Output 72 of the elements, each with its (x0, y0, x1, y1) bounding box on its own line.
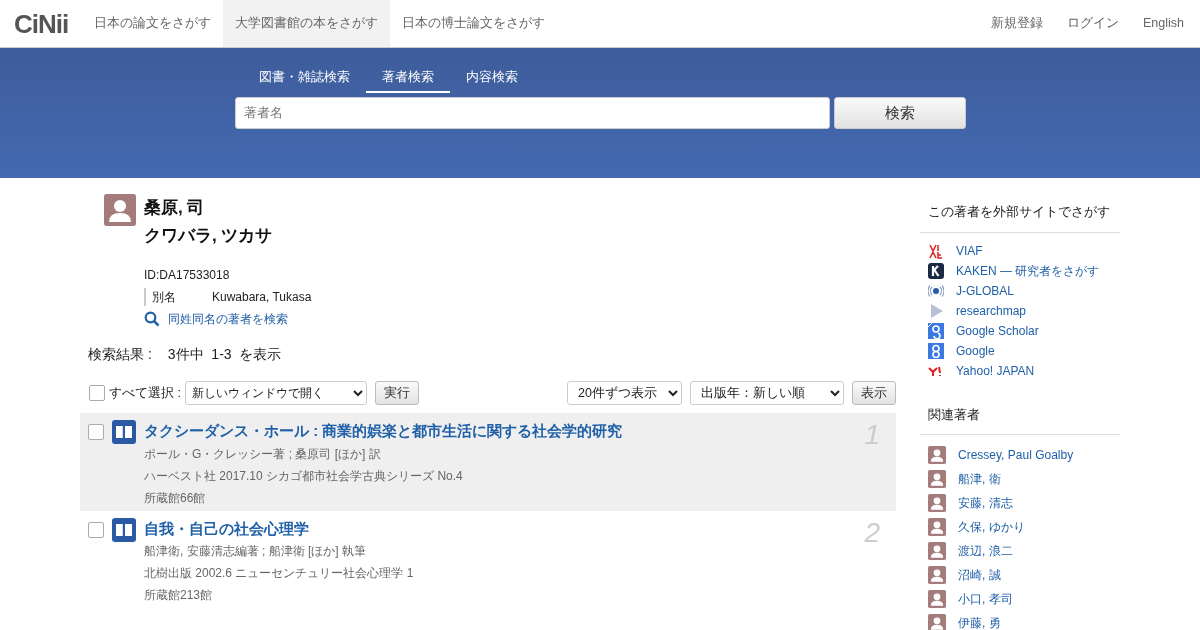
avatar-icon (928, 446, 946, 464)
related-author-link[interactable]: 久保, ゆかり (958, 515, 1025, 539)
g-logo-icon (928, 322, 944, 339)
related-author-link[interactable]: 小口, 孝司 (958, 587, 1013, 611)
play-icon (928, 302, 944, 319)
result-holdings: 所蔵館213館 (144, 587, 214, 604)
header-link[interactable]: ログイン (1067, 14, 1119, 33)
show-button[interactable]: 表示 (852, 381, 896, 405)
result-publication: ハーベスト社 2017.10 シカゴ都市社会学古典シリーズ No.4 (144, 467, 464, 485)
same-name-search-link[interactable]: 同姓同名の著者を検索 (168, 310, 288, 328)
select-all-label: すべて選択 : (109, 384, 181, 402)
related-author-link[interactable]: 沼崎, 誠 (958, 563, 1001, 587)
avatar-icon (928, 590, 946, 608)
site-logo[interactable]: CiNii (0, 0, 83, 48)
section-title: 関連著者 (920, 404, 1120, 435)
result-authors: 船津衛, 安藤清志編著 ; 船津衛 [ほか] 執筆 (144, 543, 367, 560)
results-label: 検索結果 : (88, 345, 152, 364)
related-author-link[interactable]: 渡辺, 浪二 (958, 539, 1013, 563)
open-action-dropdown[interactable]: 新しいウィンドウで開く (184, 381, 367, 405)
external-site-link[interactable]: VIAF (956, 240, 983, 261)
search-field[interactable]: 著者名 (234, 96, 830, 129)
author-name: 桑原, 司 (144, 197, 206, 219)
search-tab[interactable]: 内容検索 (449, 64, 534, 93)
run-button[interactable]: 実行 (374, 381, 419, 405)
nav-tab[interactable]: 日本の論文をさがす (82, 0, 224, 47)
result-publication: 北樹出版 2002.6 ニューセンチュリー社会心理学 1 (144, 565, 415, 582)
related-author-link[interactable]: 伊藤, 勇 (958, 611, 1001, 630)
result-holdings: 所蔵館66館 (144, 489, 207, 507)
book-icon (112, 517, 136, 542)
per-page-dropdown[interactable]: 20件ずつ表示 (567, 381, 682, 405)
external-site-link[interactable]: Google Scholar (956, 320, 1039, 341)
result-title-link[interactable]: タクシーダンス・ホール : 商業的娯楽と都市生活に関する社会学的研究 (144, 422, 623, 439)
nav-tab[interactable]: 日本の博士論文をさがす (390, 0, 558, 47)
result-checkbox[interactable] (88, 521, 104, 538)
external-site-link[interactable]: KAKEN — 研究者をさがす (956, 260, 1100, 281)
related-author-link[interactable]: 船津, 衛 (958, 467, 1001, 491)
avatar-icon (928, 494, 946, 512)
search-icon (144, 311, 160, 327)
viaf-logo-icon (928, 242, 944, 259)
related-author-link[interactable]: Cressey, Paul Goalby (958, 443, 1074, 467)
avatar-icon (928, 542, 946, 560)
external-site-link[interactable]: J-GLOBAL (956, 280, 1015, 301)
book-icon (112, 420, 136, 444)
avatar-icon (928, 614, 946, 630)
header-link[interactable]: English (1143, 14, 1184, 33)
alias-label: 別名 (152, 289, 177, 306)
header-link[interactable]: 新規登録 (991, 14, 1043, 33)
nav-tab[interactable]: 大学図書館の本をさがす (223, 0, 391, 47)
section-title: この著者を外部サイトでさがす (920, 202, 1120, 233)
alias-value: Kuwabara, Tukasa (212, 289, 312, 306)
avatar-icon (928, 470, 946, 488)
author-id: ID:DA17533018 (144, 267, 231, 284)
avatar-icon (104, 194, 136, 226)
select-all-checkbox[interactable] (89, 385, 105, 401)
k-logo-icon (928, 262, 944, 279)
avatar-icon (928, 566, 946, 584)
search-button[interactable]: 検索 (833, 96, 966, 129)
sort-dropdown[interactable]: 出版年：新しい順 (690, 381, 844, 405)
avatar-icon (928, 518, 946, 536)
result-authors: ポール・G・クレッシー著 ; 桑原司 [ほか] 訳 (144, 445, 382, 463)
result-title-link[interactable]: 自我・自己の社会心理学 (144, 519, 309, 537)
external-site-link[interactable]: researchmap (956, 300, 1027, 321)
g-logo-icon (928, 342, 944, 359)
external-site-link[interactable]: Google (956, 340, 995, 361)
search-tab[interactable]: 図書・雑誌検索 (242, 64, 366, 93)
results-summary: 3件中 1-3 を表示 (167, 345, 282, 364)
search-tab[interactable]: 著者検索 (365, 64, 450, 93)
broadcast-icon (928, 282, 944, 299)
author-name-kana: クワバラ, ツカサ (144, 225, 274, 247)
related-author-link[interactable]: 安藤, 清志 (958, 491, 1013, 515)
external-site-link[interactable]: Yahoo! JAPAN (956, 360, 1035, 381)
result-checkbox[interactable] (88, 424, 104, 440)
